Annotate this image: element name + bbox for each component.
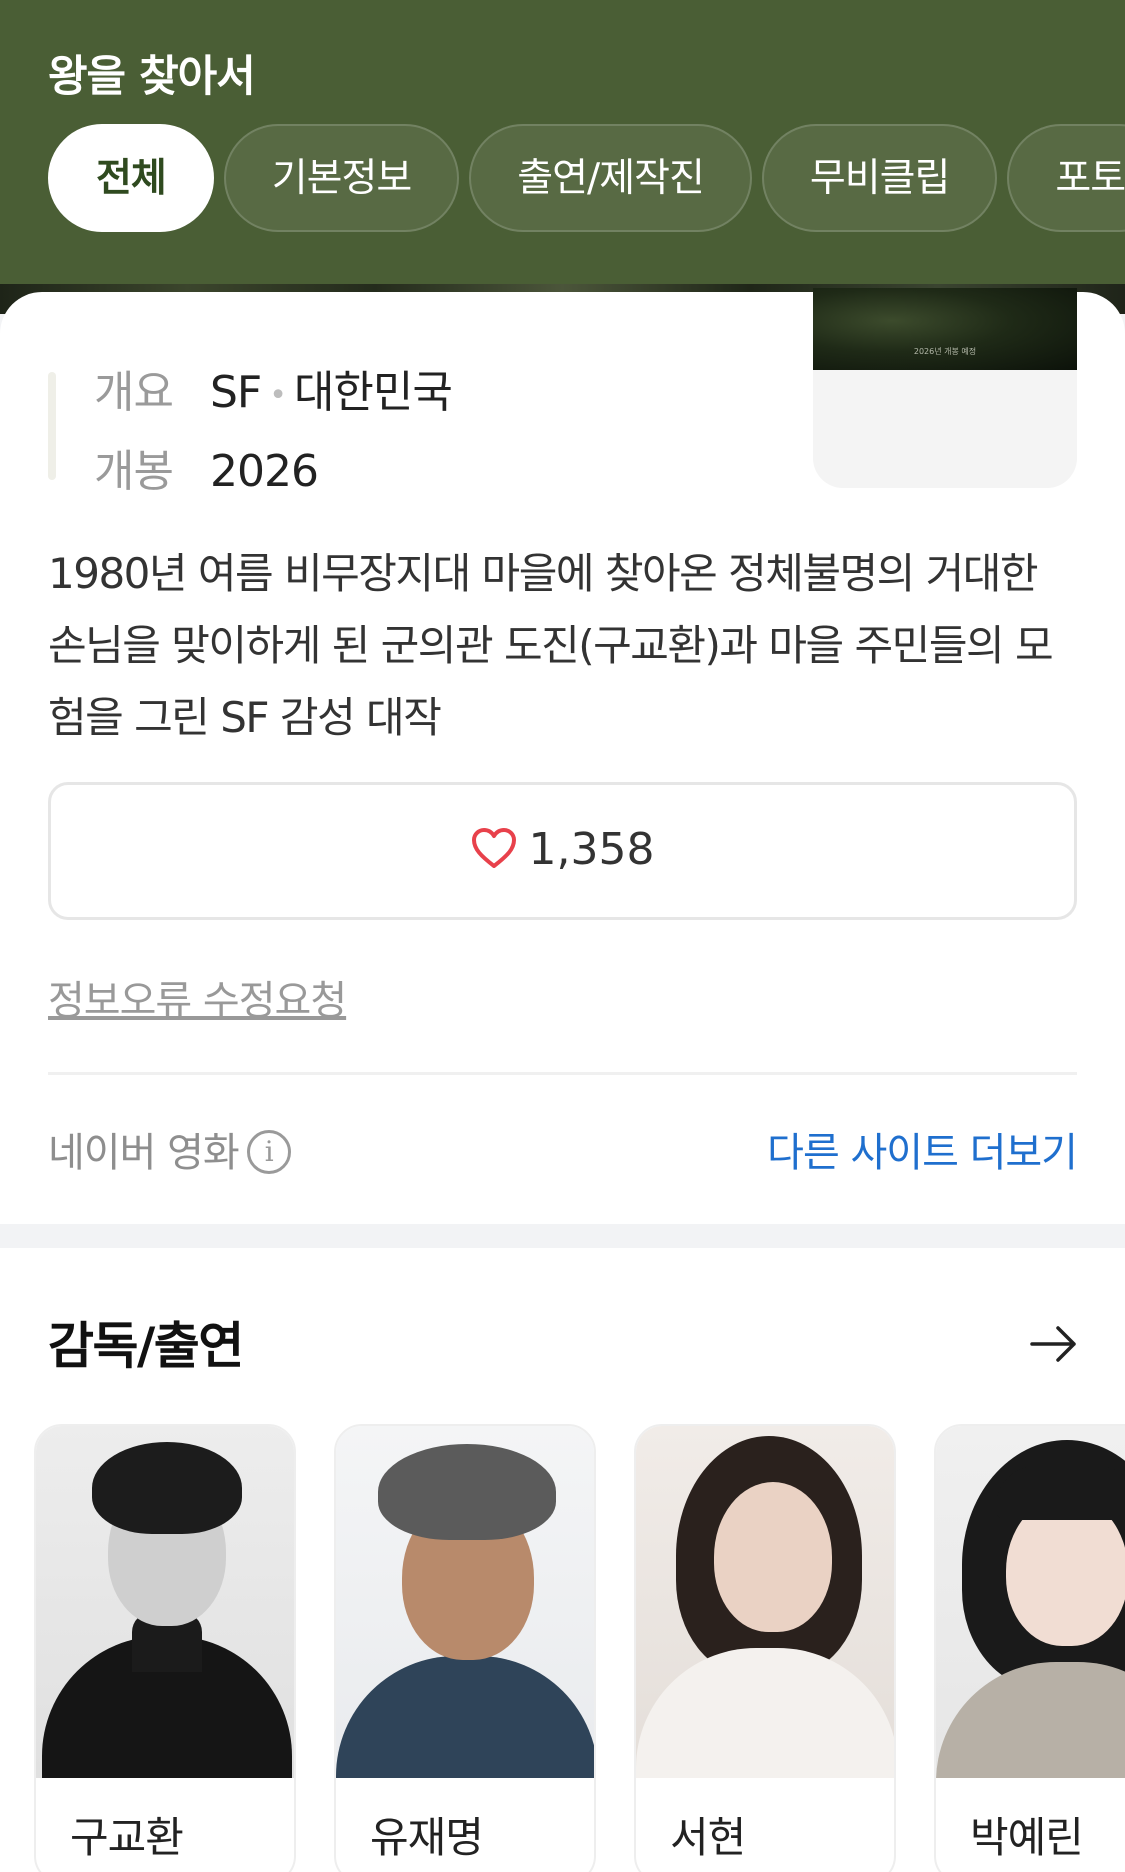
cast-section-title: 감독/출연	[48, 1317, 244, 1375]
tab-cast-crew[interactable]: 출연/제작진	[469, 124, 752, 232]
release-label: 개봉	[94, 446, 174, 497]
source-info: 네이버 영화 i	[48, 1120, 291, 1178]
cast-photo	[636, 1426, 894, 1778]
poster-thumbnail[interactable]: 2026년 개봉 예정	[813, 288, 1077, 488]
poster-image	[813, 288, 1077, 370]
cast-card[interactable]: 서현	[634, 1424, 896, 1872]
cast-card[interactable]: 박예린	[934, 1424, 1125, 1872]
report-error-link[interactable]: 정보오류 수정요청	[48, 968, 347, 1026]
cast-section: 감독/출연 구교환 유재명 서현 박예린	[0, 1248, 1125, 1872]
like-count: 1,358	[528, 824, 655, 875]
tab-movie-clips[interactable]: 무비클립	[761, 124, 998, 232]
cast-photo	[336, 1426, 594, 1778]
cast-card[interactable]: 유재명	[334, 1424, 596, 1872]
cast-photo	[936, 1426, 1125, 1778]
country-value: 대한민국	[293, 367, 453, 418]
cast-name: 유재명	[370, 1813, 484, 1862]
cast-card[interactable]: 구교환	[34, 1424, 296, 1872]
movie-title: 왕을 찾아서	[48, 52, 256, 102]
tab-photos[interactable]: 포토	[1007, 124, 1125, 232]
like-button[interactable]: 1,358	[48, 782, 1077, 920]
cast-name: 박예린	[970, 1813, 1084, 1862]
release-row: 개봉 2026	[94, 435, 319, 499]
cast-list: 구교환 유재명 서현 박예린	[34, 1424, 1125, 1872]
heart-icon	[471, 828, 516, 868]
tab-bar: 전체 기본정보 출연/제작진 무비클립 포토	[48, 124, 1125, 232]
tab-basic-info[interactable]: 기본정보	[223, 124, 460, 232]
poster-caption: 2026년 개봉 예정	[913, 347, 977, 356]
more-sites-link[interactable]: 다른 사이트 더보기	[767, 1120, 1078, 1178]
tab-all[interactable]: 전체	[48, 124, 214, 232]
release-year: 2026	[210, 446, 319, 497]
info-icon[interactable]: i	[246, 1130, 291, 1174]
source-name: 네이버 영화	[48, 1130, 240, 1176]
header: 왕을 찾아서 전체 기본정보 출연/제작진 무비클립 포토	[0, 0, 1125, 305]
arrow-right-icon[interactable]	[1030, 1324, 1078, 1364]
cast-photo	[36, 1426, 294, 1778]
overview-label: 개요	[94, 367, 174, 418]
genre-value: SF	[210, 367, 262, 418]
cast-name: 구교환	[70, 1813, 184, 1862]
cast-name: 서현	[670, 1813, 746, 1862]
meta-accent-bar	[48, 372, 56, 480]
separator-dot: •	[269, 377, 287, 413]
divider	[48, 1072, 1077, 1075]
synopsis-text: 1980년 여름 비무장지대 마을에 찾아온 정체불명의 거대한 손님을 맞이하…	[48, 549, 1054, 742]
overview-row: 개요 SF • 대한민국	[94, 356, 453, 420]
info-card: 2026년 개봉 예정 개요 SF • 대한민국 개봉 2026 1980년 여름 비무…	[0, 288, 1125, 1224]
